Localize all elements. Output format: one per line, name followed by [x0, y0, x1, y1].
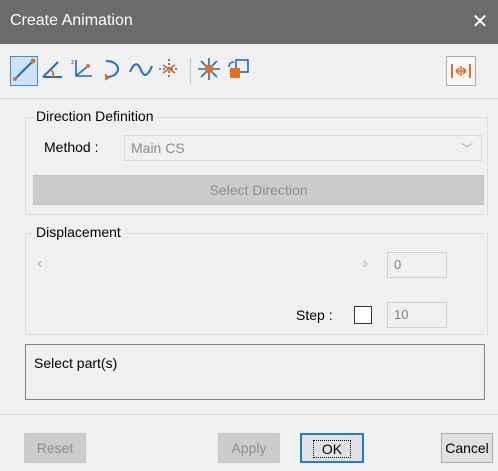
apply-button[interactable]: Apply [218, 433, 280, 463]
method-value: Main CS [131, 140, 185, 156]
displacement-label: Displacement [33, 224, 124, 240]
footer-divider [0, 414, 498, 415]
title-bar: Create Animation ✕ [0, 0, 498, 44]
curve-arrow-icon[interactable] [100, 56, 128, 86]
chevron-down-icon: ﹀ [460, 142, 473, 156]
status-text: Select part(s) [34, 355, 118, 371]
angle-icon[interactable] [40, 56, 68, 86]
window-title: Create Animation [10, 12, 133, 29]
step-label: Step : [296, 307, 333, 323]
method-select[interactable]: Main CS ﹀ [124, 135, 482, 161]
reset-button[interactable]: Reset [24, 433, 86, 463]
close-icon[interactable]: ✕ [466, 8, 494, 36]
cancel-button[interactable]: Cancel [441, 433, 493, 463]
measure-distance-icon[interactable] [446, 56, 476, 86]
create-animation-dialog: Create Animation ✕ z Direction Definitio… [0, 0, 498, 471]
svg-text:z: z [71, 59, 74, 66]
toolbar-divider [0, 98, 498, 99]
toolbar: z [10, 52, 498, 92]
axis-xyz-icon[interactable]: z [70, 56, 98, 86]
line-draw-icon[interactable] [10, 56, 38, 86]
status-message-box: Select part(s) [25, 344, 485, 400]
displacement-slider[interactable]: ‹ › [33, 253, 376, 277]
wave-icon[interactable] [128, 56, 156, 86]
split-arrows-icon[interactable] [156, 56, 184, 86]
step-checkbox[interactable] [354, 306, 372, 324]
ok-label: OK [312, 440, 352, 458]
select-direction-button[interactable]: Select Direction [33, 175, 484, 205]
slider-right-arrow-icon[interactable]: › [363, 255, 368, 273]
step-value-field[interactable]: 10 [387, 302, 447, 328]
method-label: Method : [44, 139, 99, 155]
ok-button[interactable]: OK [300, 433, 364, 463]
slider-left-arrow-icon[interactable]: ‹ [37, 255, 42, 273]
toolbar-separator [190, 58, 191, 84]
rotate-box-icon[interactable] [226, 56, 254, 86]
explode-icon[interactable] [196, 56, 224, 86]
displacement-value-field[interactable]: 0 [387, 252, 447, 278]
direction-definition-label: Direction Definition [33, 108, 157, 124]
